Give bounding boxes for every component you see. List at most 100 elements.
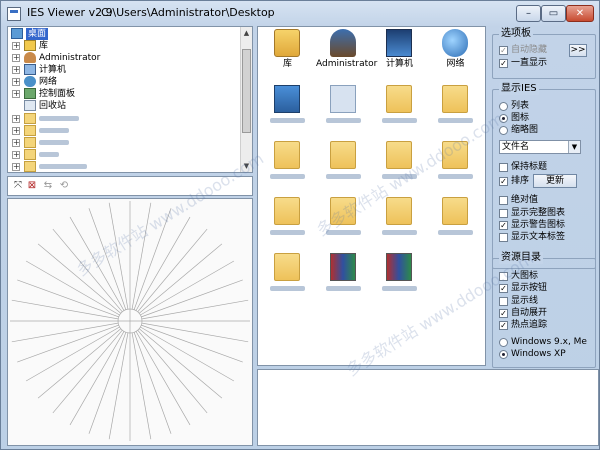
computer-icon	[24, 64, 36, 75]
checkbox-label: 显示完整图表	[511, 208, 566, 218]
blurred-label	[39, 152, 59, 157]
file-item-label: Administrator	[316, 59, 378, 69]
minimize-button[interactable]: –	[516, 5, 541, 22]
checkbox-icon: ✓	[499, 46, 508, 55]
checkbox-label: 自动展开	[511, 308, 548, 318]
expand-icon[interactable]: +	[12, 151, 20, 159]
checkbox-label: 一直显示	[511, 58, 548, 68]
file-item-label: 库	[282, 59, 292, 69]
checkbox-label: 显示文本标签	[511, 232, 566, 242]
flip-icon[interactable]: ⇆	[42, 180, 54, 192]
blurred-label	[270, 286, 305, 291]
scroll-down-icon[interactable]: ▼	[242, 161, 251, 171]
expand-icon[interactable]: +	[12, 163, 20, 171]
close-button[interactable]: ✕	[566, 5, 594, 22]
tree-item-library[interactable]: + 库	[8, 40, 240, 52]
maximize-button[interactable]: ▭	[541, 5, 566, 22]
blurred-label	[39, 164, 87, 169]
sort-select[interactable]: 文件名 ▼	[499, 140, 581, 154]
show-full-chart-checkbox[interactable]: 显示完整图表	[499, 208, 565, 219]
tree-item-label: 库	[39, 41, 49, 51]
refresh-button[interactable]: 更新	[533, 174, 577, 188]
blurred-label	[326, 118, 361, 123]
radio-label: Windows XP	[511, 349, 566, 359]
absolute-checkbox[interactable]: 绝对值	[499, 195, 538, 206]
view-list-radio[interactable]: 列表	[499, 101, 529, 112]
tree-item-computer[interactable]: + 计算机	[8, 64, 240, 76]
view-icon-radio[interactable]: 图标	[499, 113, 529, 124]
folder-icon	[386, 197, 412, 225]
expand-icon[interactable]: +	[12, 78, 20, 86]
chevron-down-icon[interactable]: ▼	[568, 141, 580, 153]
tree-item-recycle-bin[interactable]: 回收站	[8, 100, 240, 112]
info-panel	[257, 369, 599, 446]
blurred-label	[438, 118, 473, 123]
checkbox-icon: ✓	[499, 59, 508, 68]
tree-item-label: 计算机	[39, 65, 67, 75]
show-warning-icon-checkbox[interactable]: ✓ 显示警告图标	[499, 220, 565, 231]
folder-icon	[24, 125, 36, 136]
rotate-icon[interactable]: ⟲	[58, 180, 70, 192]
radio-icon	[499, 126, 508, 135]
library-icon	[274, 29, 300, 57]
winxp-radio[interactable]: Windows XP	[499, 349, 566, 360]
fit-icon[interactable]: ⤧	[12, 180, 24, 192]
radio-icon	[499, 102, 508, 111]
folder-icon	[442, 197, 468, 225]
expand-button[interactable]: >>	[569, 44, 587, 57]
blurred-label	[326, 286, 361, 291]
polar-diagram	[10, 201, 250, 441]
tree-item-network[interactable]: + 网络	[8, 76, 240, 88]
checkbox-icon: ✓	[499, 284, 508, 293]
large-icons-checkbox[interactable]: 大图标	[499, 271, 538, 282]
polar-toolbar: ⤧ ⊠ ⇆ ⟲	[7, 176, 253, 196]
tree-item-desktop[interactable]: 桌面	[8, 28, 240, 40]
expand-icon[interactable]: +	[12, 115, 20, 123]
tree-scrollbar[interactable]: ▲ ▼	[240, 27, 252, 172]
blurred-label	[438, 174, 473, 179]
tree-item-blurred[interactable]: +	[8, 161, 240, 172]
show-text-label-checkbox[interactable]: 显示文本标签	[499, 232, 565, 243]
tree-item-label: 回收站	[39, 101, 67, 111]
blurred-label	[382, 174, 417, 179]
show-buttons-checkbox[interactable]: ✓ 显示按钮	[499, 283, 547, 294]
expand-icon[interactable]: +	[12, 42, 20, 50]
folder-icon	[330, 197, 356, 225]
computer-icon	[386, 29, 412, 57]
blurred-label	[270, 118, 305, 123]
blurred-label	[326, 174, 361, 179]
expand-icon[interactable]: +	[12, 127, 20, 135]
keep-title-checkbox[interactable]: 保持标题	[499, 162, 547, 173]
tree-item-administrator[interactable]: + Administrator	[8, 52, 240, 64]
tree-item-label: Administrator	[39, 53, 101, 63]
tree-item-blurred[interactable]: +	[8, 149, 240, 161]
tree-item-control-panel[interactable]: + 控制面板	[8, 88, 240, 100]
tree-item-blurred[interactable]: +	[8, 113, 240, 125]
network-icon	[442, 29, 468, 57]
expand-icon[interactable]: +	[12, 66, 20, 74]
expand-icon[interactable]: +	[12, 90, 20, 98]
file-icon-view[interactable]: 库 Administrator 计算机 网络	[257, 26, 486, 366]
win9x-radio[interactable]: Windows 9.x, Me	[499, 337, 587, 348]
grid-toggle-icon[interactable]: ⊠	[26, 180, 38, 192]
folder-tree[interactable]: 桌面 + 库 + Administrator + 计算机 + 网络 + 控制面板	[7, 26, 253, 173]
checkbox-icon	[499, 233, 508, 242]
sort-checkbox[interactable]: ✓ 排序	[499, 176, 529, 187]
auto-expand-checkbox[interactable]: ✓ 自动展开	[499, 308, 547, 319]
expand-icon[interactable]: +	[12, 139, 20, 147]
always-show-checkbox[interactable]: ✓ 一直显示	[499, 58, 547, 69]
show-lines-checkbox[interactable]: 显示线	[499, 296, 538, 307]
expand-icon[interactable]: +	[12, 54, 20, 62]
polar-diagram-panel	[7, 198, 253, 446]
auto-hide-checkbox[interactable]: ✓ 自动隐藏	[499, 45, 547, 56]
tree-item-blurred[interactable]: +	[8, 137, 240, 149]
checkbox-icon: ✓	[499, 221, 508, 230]
doc-icon	[330, 85, 356, 113]
folder-icon	[24, 113, 36, 124]
radio-label: Windows 9.x, Me	[511, 337, 587, 347]
scroll-thumb[interactable]	[242, 49, 251, 133]
hot-track-checkbox[interactable]: ✓ 热点追踪	[499, 320, 547, 331]
view-thumbnail-radio[interactable]: 缩略图	[499, 125, 538, 136]
tree-item-blurred[interactable]: +	[8, 125, 240, 137]
scroll-up-icon[interactable]: ▲	[242, 28, 251, 38]
